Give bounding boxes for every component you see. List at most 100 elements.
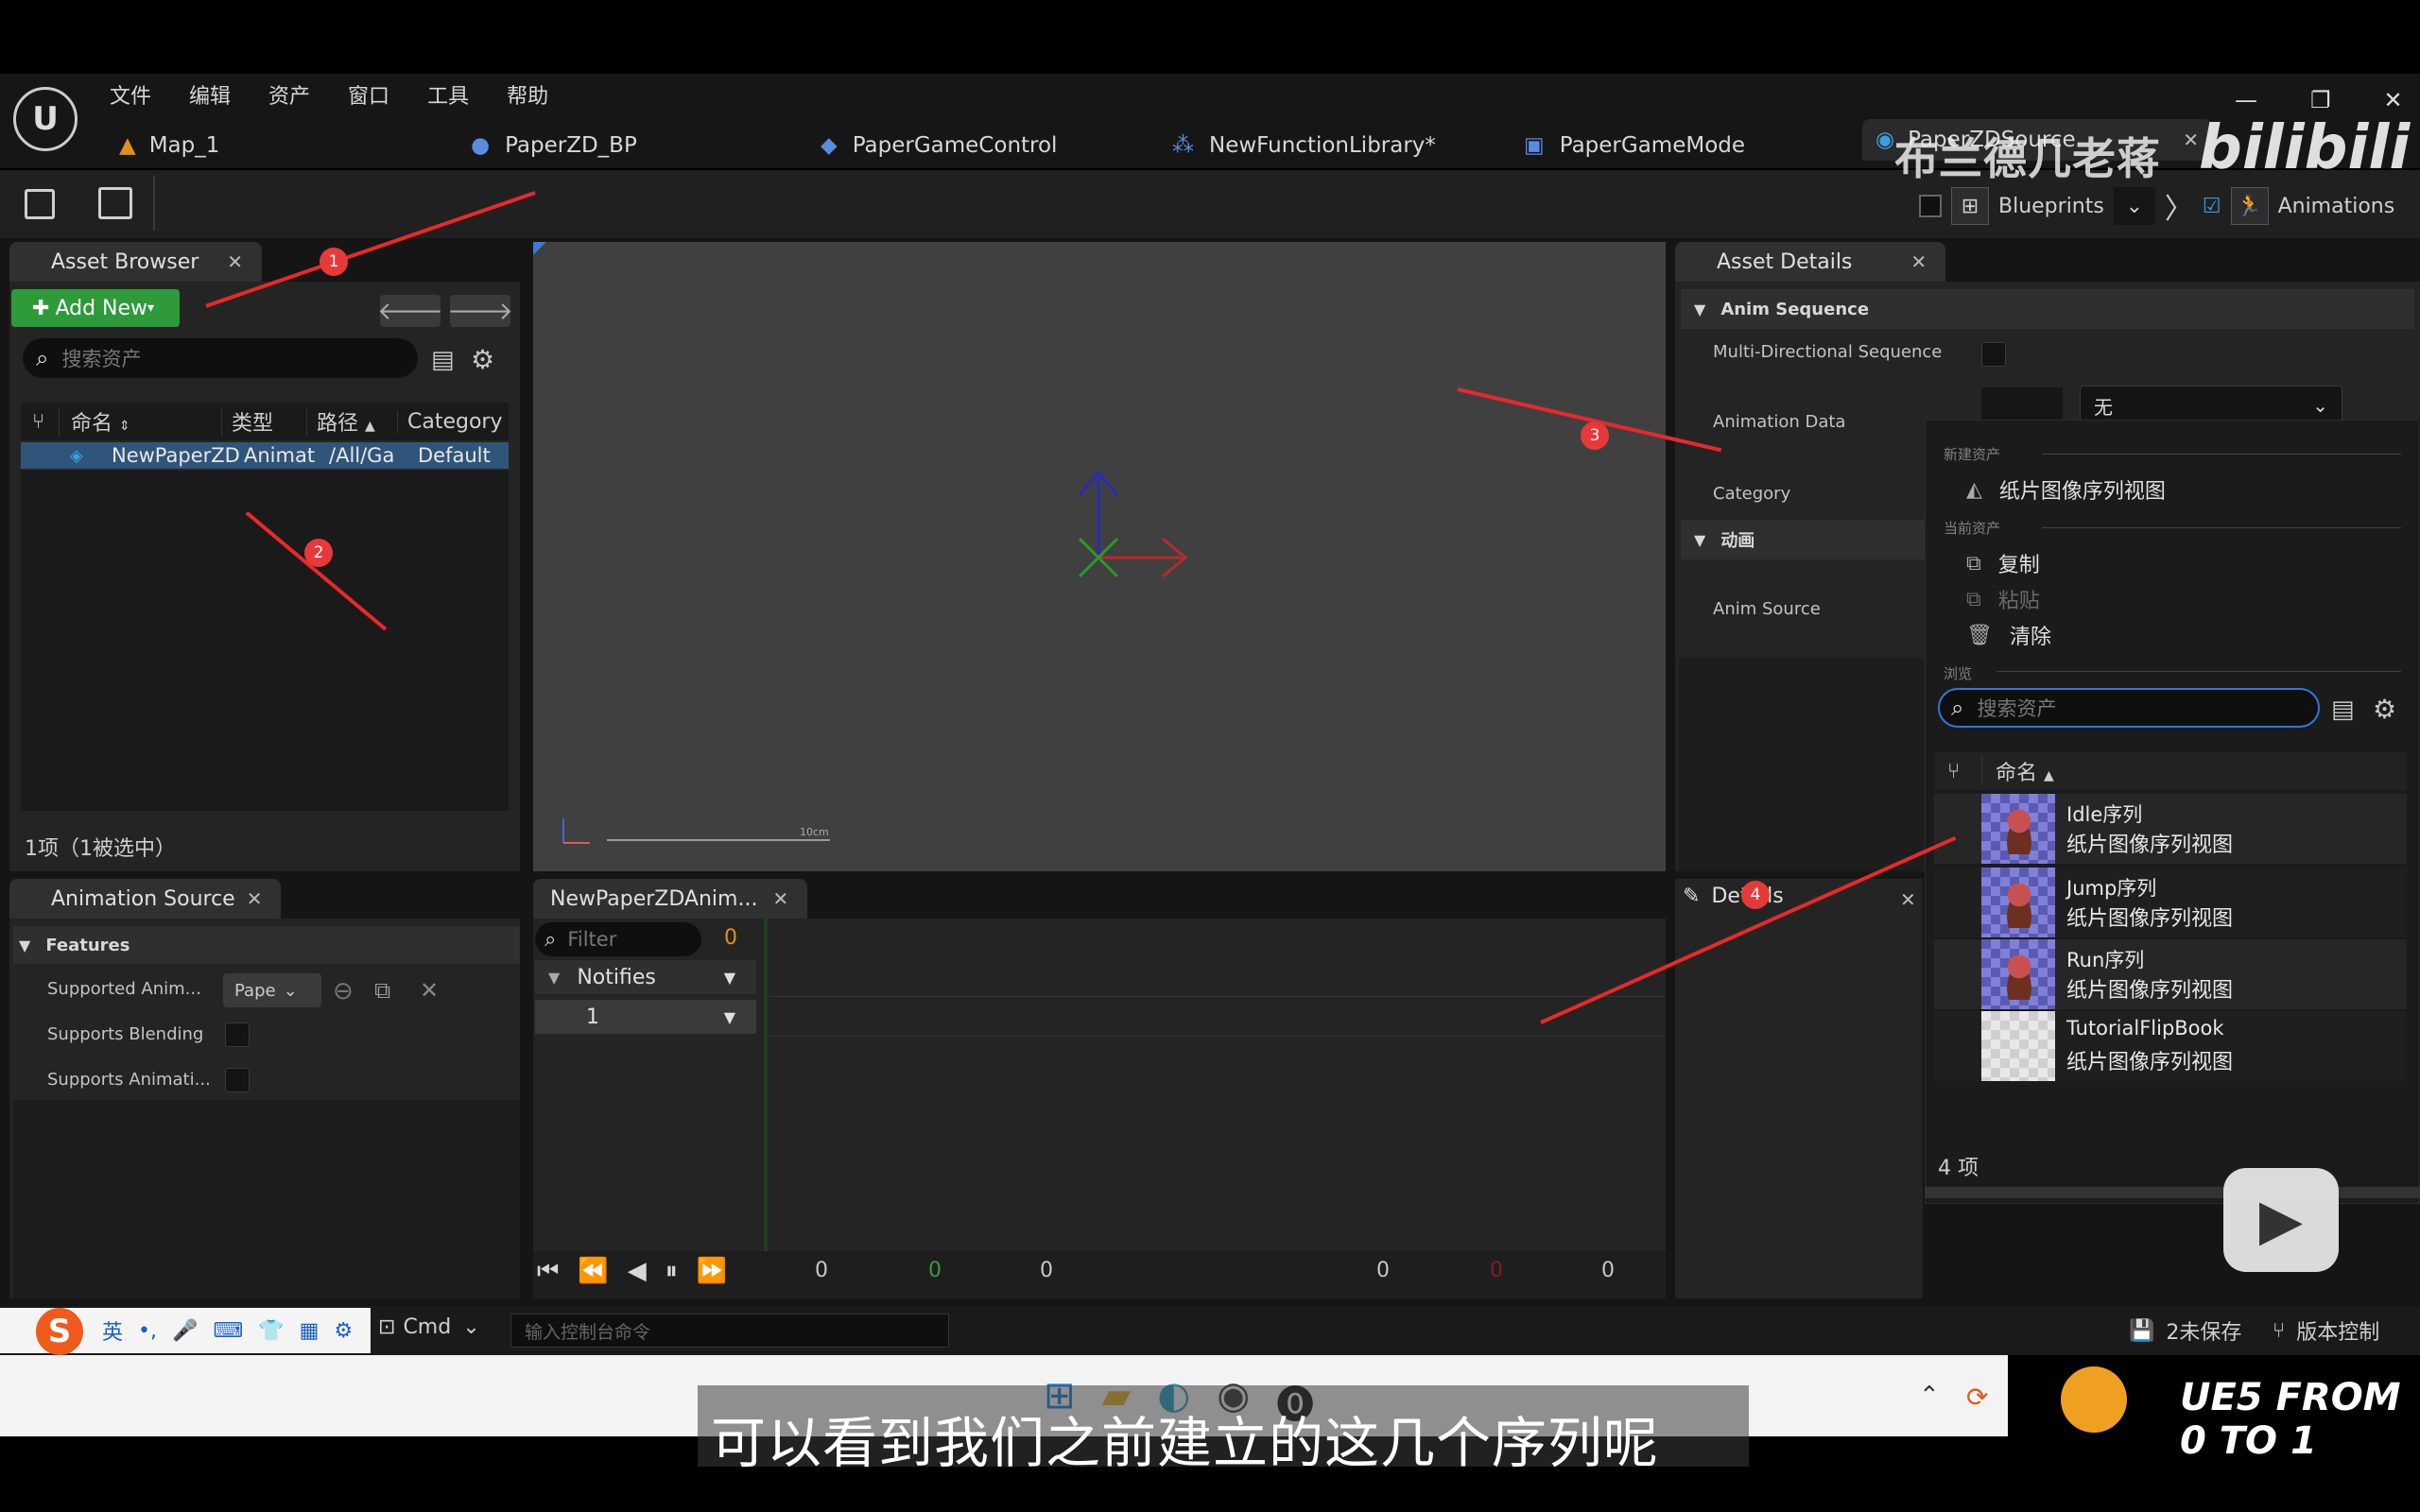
multi-directional-checkbox[interactable] (1981, 342, 2006, 367)
step-back-icon[interactable]: ⏪ (578, 1257, 608, 1286)
add-new-button[interactable]: ✚ Add New ▾ (11, 289, 180, 327)
menu-tools[interactable]: 工具 (427, 79, 469, 110)
pause-icon[interactable]: ⏸ (666, 1257, 678, 1286)
minimize-icon[interactable]: — (2235, 87, 2257, 113)
tab-map[interactable]: ▲ Map_1 (119, 125, 219, 166)
folder-icon[interactable]: ▤ (431, 346, 455, 374)
animations-checkbox[interactable]: ☑ (2203, 195, 2221, 218)
ime-lang[interactable]: 英 (102, 1315, 123, 1346)
tab-asset-details[interactable]: Asset Details ✕ (1675, 242, 1946, 282)
play-reverse-icon[interactable]: ◀ (628, 1257, 647, 1286)
tab-animation-source[interactable]: Animation Source ✕ (9, 879, 282, 919)
ime-settings-icon[interactable]: ⚙ (334, 1319, 353, 1343)
close-icon[interactable]: ✕ (1900, 888, 1916, 911)
column-type[interactable]: 类型 (221, 406, 306, 437)
save-icon[interactable] (25, 189, 55, 219)
blueprints-mode-button[interactable]: Blueprints (1998, 195, 2104, 218)
tab-asset-browser[interactable]: Asset Browser ✕ (9, 242, 263, 282)
menu-window[interactable]: 窗口 (348, 79, 389, 110)
tray-chevron-icon[interactable]: ⌃ (1919, 1382, 1940, 1410)
tab-paperzd-bp[interactable]: ● PaperZD_BP (471, 125, 637, 166)
tab-papergamemode[interactable]: ▣ PaperGameMode (1524, 125, 1745, 166)
column-name[interactable]: 命名 ▲ (1981, 756, 2054, 786)
sogou-logo[interactable]: S (36, 1308, 83, 1355)
settings-icon[interactable]: ⚙ (2373, 694, 2396, 725)
clear-icon[interactable]: ✕ (420, 977, 439, 1004)
menu-asset[interactable]: 资产 (268, 79, 310, 110)
arrow-right-icon: 🡒 (447, 297, 513, 326)
forward-arrow-button[interactable]: 🡒 (447, 295, 513, 327)
step-forward-icon[interactable]: ⏩ (697, 1257, 727, 1286)
ime-toolbar: S 英 •, 🎤 ⌨ 👕 ▦ ⚙ (0, 1308, 371, 1355)
section-animation[interactable]: ▼ 动画 (1681, 520, 1927, 559)
cmd-dropdown[interactable]: ⊡ Cmd ⌄ (378, 1315, 480, 1339)
copy-item[interactable]: ⧉ 复制 (1966, 548, 2040, 578)
list-item-tutorial[interactable]: TutorialFlipBook 纸片图像序列视图 (1934, 1011, 2407, 1081)
supports-blending-checkbox[interactable] (225, 1022, 250, 1047)
item-name: Run序列 (2066, 949, 2145, 971)
chevron-down-icon[interactable]: ⌄ (2113, 187, 2155, 225)
section-anim-sequence[interactable]: ▼ Anim Sequence (1681, 289, 2414, 329)
tab-papergamecontrol[interactable]: ◆ PaperGameControl (821, 125, 1057, 166)
column-name[interactable]: 命名 ⇕ (59, 406, 221, 437)
tab-newfunctionlibrary[interactable]: ⁂ NewFunctionLibrary* (1172, 125, 1436, 166)
play-button[interactable]: ▶ (2223, 1168, 2339, 1272)
paste-item[interactable]: ⧉ 粘贴 (1966, 584, 2040, 614)
close-icon[interactable]: ✕ (247, 887, 263, 910)
menu-edit[interactable]: 编辑 (189, 79, 231, 110)
caret-down-icon[interactable]: ▼ (724, 969, 735, 987)
close-tab-icon[interactable]: ✕ (2183, 129, 2199, 151)
animations-mode-button[interactable]: Animations (2278, 195, 2395, 218)
list-item-jump[interactable]: Jump序列 纸片图像序列视图 (1934, 868, 2407, 937)
column-category[interactable]: Category (397, 409, 503, 434)
asset-search-input[interactable]: ⌕ 搜索资产 (23, 338, 418, 378)
tab-timeline[interactable]: NewPaperZDAnim... ✕ (533, 879, 808, 919)
back-arrow-button[interactable]: 🡐 (377, 295, 443, 327)
clear-item[interactable]: 🗑 清除 (1966, 620, 2051, 650)
filter-input[interactable]: ⌕ Filter (535, 922, 701, 956)
notify-track-1[interactable]: 1 ▼ (535, 1000, 756, 1034)
skin-icon[interactable]: 👕 (258, 1319, 284, 1343)
transform-gizmo[interactable] (1059, 463, 1191, 586)
pape-dropdown[interactable]: Pape ⌄ (223, 973, 321, 1007)
unsaved-button[interactable]: 💾 2未保存 (2129, 1315, 2241, 1346)
scrollbar[interactable] (1925, 1187, 2420, 1198)
supports-animati-checkbox[interactable] (225, 1068, 250, 1092)
menu-help[interactable]: 帮助 (507, 79, 548, 110)
apps-icon[interactable]: ▦ (300, 1319, 320, 1343)
source-control-icon[interactable]: ⑂ (1934, 760, 1981, 783)
reset-icon[interactable]: ⊖ (333, 977, 354, 1005)
version-control-button[interactable]: ⑂ 版本控制 (2273, 1315, 2379, 1346)
menu-file[interactable]: 文件 (110, 79, 151, 110)
list-item-idle[interactable]: Idle序列 纸片图像序列视图 (1934, 794, 2407, 864)
mic-icon[interactable]: 🎤 (172, 1319, 198, 1343)
close-icon[interactable]: ✕ (772, 887, 788, 910)
blueprints-icon: ⊞ (1951, 187, 1989, 225)
keyboard-icon[interactable]: ⌨ (213, 1319, 243, 1343)
browse-icon[interactable] (98, 187, 132, 219)
column-path[interactable]: 路径 ▲ (306, 406, 397, 437)
restore-icon[interactable]: ❐ (2310, 87, 2331, 113)
browse-icon[interactable]: ⧉ (374, 977, 390, 1004)
playhead[interactable] (764, 919, 768, 1251)
notifies-track[interactable]: ▼ Notifies ▼ (535, 960, 756, 994)
skip-start-icon[interactable]: ⏮ (537, 1257, 559, 1286)
popup-search-input[interactable]: ⌕ 搜索资产 (1938, 688, 2320, 728)
close-window-icon[interactable]: ✕ (2384, 87, 2403, 113)
range-mid: 0 (1490, 1259, 1503, 1282)
section-features[interactable]: ▼ Features (13, 926, 520, 964)
table-row[interactable]: ◈ NewPaperZD Animat /All/Ga Default (21, 442, 509, 469)
create-flipbook-item[interactable]: ◭ 纸片图像序列视图 (1966, 474, 2166, 505)
console-input[interactable]: 输入控制台命令 (510, 1314, 949, 1348)
close-icon[interactable]: ✕ (1910, 250, 1927, 273)
punct-icon[interactable]: •, (138, 1319, 157, 1343)
folder-icon[interactable]: ▤ (2331, 696, 2355, 724)
blueprints-checkbox[interactable] (1919, 195, 1942, 217)
unreal-logo[interactable]: U (13, 87, 78, 151)
list-item-run[interactable]: Run序列 纸片图像序列视图 (1934, 939, 2407, 1009)
caret-down-icon[interactable]: ▼ (724, 1008, 735, 1026)
settings-icon[interactable]: ⚙ (471, 344, 494, 375)
close-icon[interactable]: ✕ (227, 250, 243, 273)
tray-sync-icon[interactable]: ⟳ (1966, 1382, 1988, 1413)
source-control-icon[interactable]: ⑂ (21, 410, 59, 434)
